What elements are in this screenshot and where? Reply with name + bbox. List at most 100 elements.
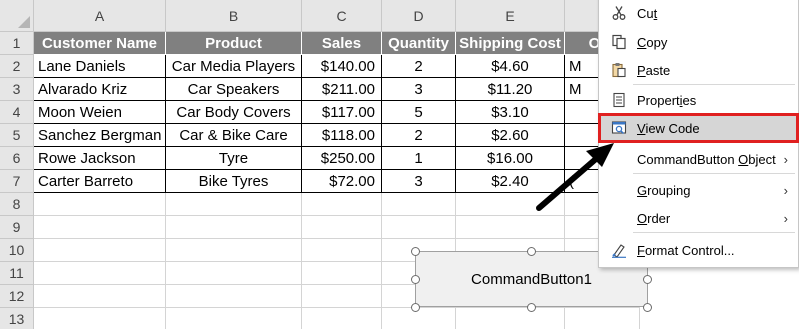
row-header[interactable]: 7 — [0, 170, 34, 193]
row-header[interactable]: 10 — [0, 239, 34, 262]
grid-cell[interactable] — [382, 308, 456, 329]
table-cell[interactable]: 1 — [382, 147, 456, 170]
grid-cell[interactable] — [302, 308, 382, 329]
table-cell[interactable]: Car Speakers — [166, 78, 302, 101]
grid-cell[interactable] — [302, 193, 382, 216]
table-cell[interactable]: $211.00 — [302, 78, 382, 101]
menu-item-copy[interactable]: Copy — [599, 29, 798, 55]
table-cell[interactable]: Tyre — [166, 147, 302, 170]
grid-cell[interactable] — [302, 216, 382, 239]
table-cell[interactable]: Car Media Players — [166, 55, 302, 78]
row-header[interactable]: 11 — [0, 262, 34, 285]
grid-cell[interactable] — [34, 262, 166, 285]
column-header[interactable]: D — [382, 0, 456, 32]
table-cell[interactable]: Bike Tyres — [166, 170, 302, 193]
menu-item-grouping[interactable]: Grouping › — [599, 177, 798, 203]
table-cell[interactable]: Carter Barreto — [34, 170, 166, 193]
menu-item-paste[interactable]: Paste — [599, 57, 798, 83]
grid-cell[interactable] — [166, 193, 302, 216]
resize-handle[interactable] — [411, 303, 420, 312]
row-header[interactable]: 9 — [0, 216, 34, 239]
table-cell[interactable]: $16.00 — [456, 147, 565, 170]
menu-item-order[interactable]: Order › — [599, 205, 798, 231]
resize-handle[interactable] — [411, 275, 420, 284]
table-cell[interactable]: 2 — [382, 55, 456, 78]
table-header-cell[interactable]: Product — [166, 32, 302, 55]
grid-cell[interactable] — [166, 308, 302, 329]
column-header[interactable]: B — [166, 0, 302, 32]
grid-cell[interactable] — [34, 216, 166, 239]
table-cell[interactable]: $250.00 — [302, 147, 382, 170]
grid-cell[interactable] — [34, 193, 166, 216]
row-header[interactable]: 6 — [0, 147, 34, 170]
table-cell[interactable]: Car & Bike Care — [166, 124, 302, 147]
row-header[interactable]: 3 — [0, 78, 34, 101]
column-header[interactable]: E — [456, 0, 565, 32]
menu-item-label: Properties — [637, 92, 697, 108]
row-header[interactable]: 2 — [0, 55, 34, 78]
grid-cell[interactable] — [456, 216, 565, 239]
menu-item-view-code[interactable]: View Code — [598, 113, 799, 143]
row-header[interactable]: 5 — [0, 124, 34, 147]
table-cell[interactable]: $2.40 — [456, 170, 565, 193]
grid-cell[interactable] — [456, 193, 565, 216]
menu-item-commandbutton-object[interactable]: CommandButton Object › — [599, 146, 798, 172]
row-header[interactable]: 1 — [0, 32, 34, 55]
grid-cell[interactable] — [302, 239, 382, 262]
menu-item-label: Copy — [637, 34, 668, 50]
table-cell[interactable]: Alvarado Kriz — [34, 78, 166, 101]
table-cell[interactable]: $117.00 — [302, 101, 382, 124]
table-cell[interactable]: Sanchez Bergman — [34, 124, 166, 147]
properties-icon — [610, 91, 628, 109]
grid-cell[interactable] — [382, 216, 456, 239]
resize-handle[interactable] — [643, 303, 652, 312]
column-header[interactable]: C — [302, 0, 382, 32]
resize-handle[interactable] — [643, 275, 652, 284]
grid-cell[interactable] — [302, 285, 382, 308]
table-cell[interactable]: 2 — [382, 124, 456, 147]
grid-cell[interactable] — [302, 262, 382, 285]
menu-item-cut[interactable]: Cut — [599, 0, 798, 26]
grid-cell[interactable] — [166, 239, 302, 262]
table-cell[interactable]: 5 — [382, 101, 456, 124]
grid-cell[interactable] — [34, 239, 166, 262]
table-cell[interactable]: 3 — [382, 170, 456, 193]
table-cell[interactable]: $4.60 — [456, 55, 565, 78]
resize-handle[interactable] — [527, 303, 536, 312]
grid-cell[interactable] — [565, 308, 640, 329]
row-header[interactable]: 4 — [0, 101, 34, 124]
table-header-cell[interactable]: Quantity — [382, 32, 456, 55]
grid-cell[interactable] — [34, 285, 166, 308]
table-cell[interactable]: $72.00 — [302, 170, 382, 193]
chevron-right-icon: › — [783, 210, 788, 226]
column-header[interactable]: A — [34, 0, 166, 32]
menu-item-properties[interactable]: Properties — [599, 87, 798, 113]
table-header-cell[interactable]: Customer Name — [34, 32, 166, 55]
table-cell[interactable]: $118.00 — [302, 124, 382, 147]
table-cell[interactable]: $140.00 — [302, 55, 382, 78]
grid-cell[interactable] — [166, 216, 302, 239]
table-cell[interactable]: Lane Daniels — [34, 55, 166, 78]
resize-handle[interactable] — [411, 247, 420, 256]
row-header[interactable]: 13 — [0, 308, 34, 329]
grid-cell[interactable] — [166, 262, 302, 285]
grid-cell[interactable] — [34, 308, 166, 329]
row-header[interactable]: 8 — [0, 193, 34, 216]
table-cell[interactable]: $2.60 — [456, 124, 565, 147]
table-cell[interactable]: 3 — [382, 78, 456, 101]
table-cell[interactable]: Car Body Covers — [166, 101, 302, 124]
row-header[interactable]: 12 — [0, 285, 34, 308]
grid-cell[interactable] — [166, 285, 302, 308]
grid-cell[interactable] — [456, 308, 565, 329]
resize-handle[interactable] — [527, 247, 536, 256]
table-cell[interactable]: Moon Weien — [34, 101, 166, 124]
table-cell[interactable]: $11.20 — [456, 78, 565, 101]
clipboard-icon — [610, 61, 628, 79]
table-header-cell[interactable]: Shipping Cost — [456, 32, 565, 55]
select-all-corner[interactable] — [0, 0, 34, 32]
table-cell[interactable]: Rowe Jackson — [34, 147, 166, 170]
table-cell[interactable]: $3.10 — [456, 101, 565, 124]
menu-item-format-control[interactable]: Format Control... — [599, 237, 798, 263]
grid-cell[interactable] — [382, 193, 456, 216]
table-header-cell[interactable]: Sales — [302, 32, 382, 55]
